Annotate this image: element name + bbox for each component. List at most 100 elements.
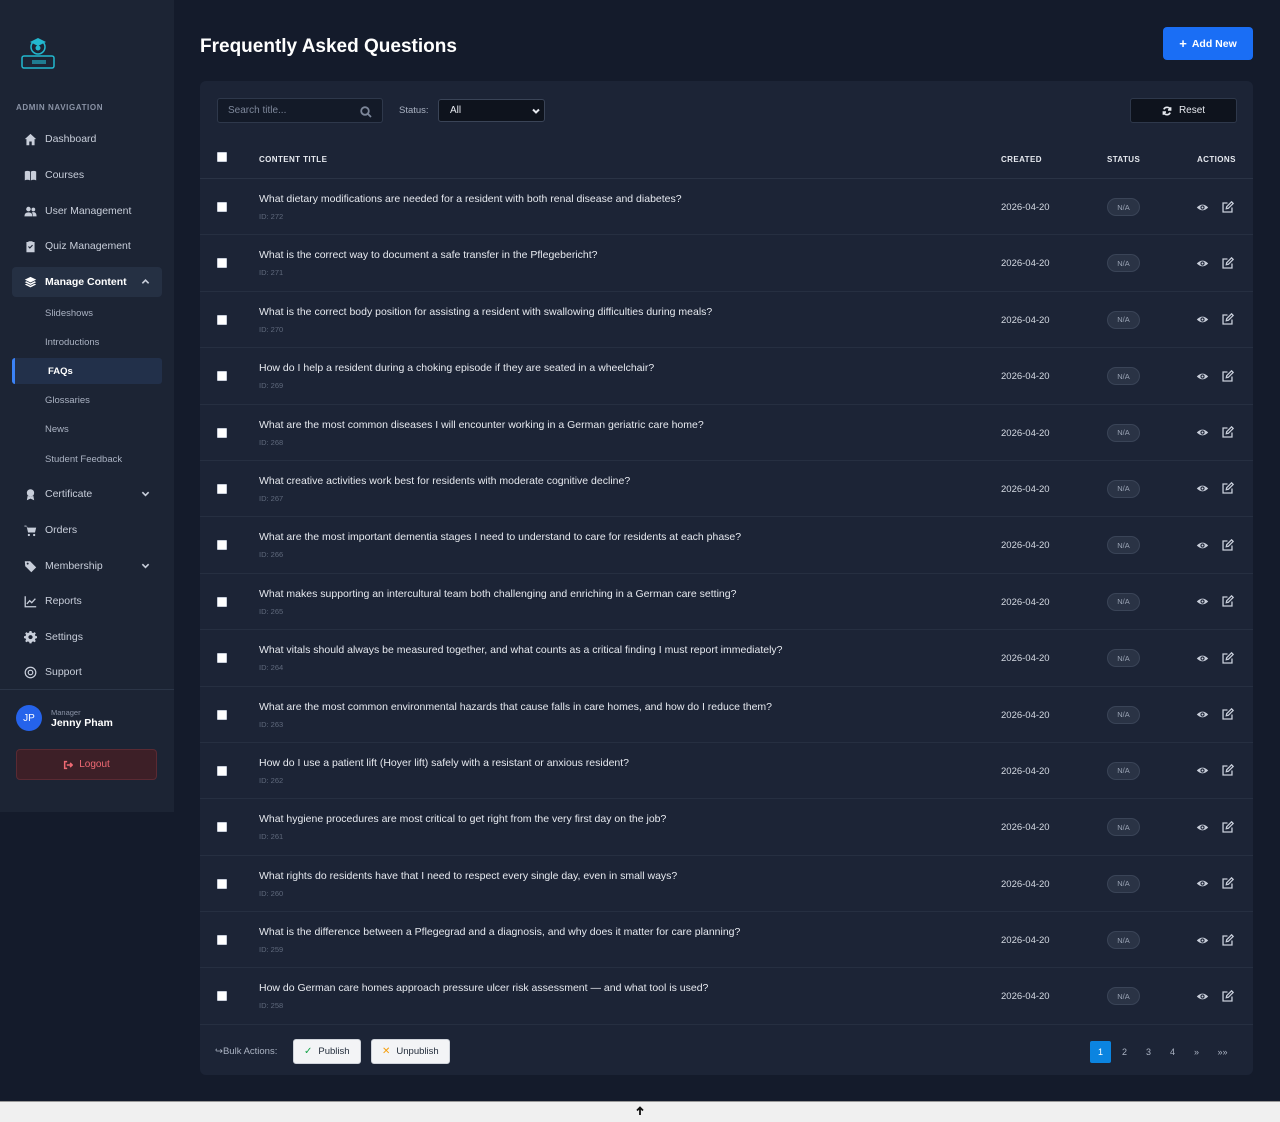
row-checkbox[interactable] xyxy=(217,878,227,889)
eye-icon[interactable] xyxy=(1195,651,1209,665)
unpublish-button[interactable]: ✕ Unpublish xyxy=(371,1039,450,1064)
sidebar-subitem-student-feedback[interactable]: Student Feedback xyxy=(12,446,162,472)
faq-title[interactable]: What is the correct body position for as… xyxy=(259,306,712,318)
eye-icon[interactable] xyxy=(1195,313,1209,327)
pagination-page[interactable]: 2 xyxy=(1114,1041,1135,1063)
pagination-page[interactable]: 1 xyxy=(1090,1041,1111,1063)
select-all-checkbox[interactable] xyxy=(217,152,227,162)
eye-icon[interactable] xyxy=(1195,369,1209,383)
search-icon[interactable] xyxy=(360,105,372,123)
faq-title[interactable]: How do I help a resident during a chokin… xyxy=(259,362,654,374)
status-filter-select[interactable]: All xyxy=(438,99,545,122)
faq-title[interactable]: What is the correct way to document a sa… xyxy=(259,249,598,261)
edit-icon[interactable] xyxy=(1220,369,1234,383)
edit-icon[interactable] xyxy=(1220,708,1234,722)
faq-title[interactable]: What makes supporting an intercultural t… xyxy=(259,588,736,600)
sidebar-item-support[interactable]: Support xyxy=(12,657,162,687)
pagination-page[interactable]: 4 xyxy=(1162,1041,1183,1063)
eye-icon[interactable] xyxy=(1195,595,1209,609)
sidebar-item-manage-content[interactable]: Manage Content xyxy=(12,267,162,297)
faq-title[interactable]: What dietary modifications are needed fo… xyxy=(259,193,682,205)
edit-icon[interactable] xyxy=(1220,426,1234,440)
faq-title[interactable]: What are the most common diseases I will… xyxy=(259,419,704,431)
row-checkbox[interactable] xyxy=(217,822,227,833)
row-checkbox[interactable] xyxy=(217,540,227,551)
faq-title[interactable]: How do I use a patient lift (Hoyer lift)… xyxy=(259,757,629,769)
eye-icon[interactable] xyxy=(1195,764,1209,778)
column-header-title[interactable]: CONTENT TITLE xyxy=(259,155,327,164)
sidebar-item-reports[interactable]: Reports xyxy=(12,586,162,616)
sidebar-subitem-news[interactable]: News xyxy=(12,416,162,442)
row-checkbox[interactable] xyxy=(217,427,227,438)
faq-title[interactable]: What rights do residents have that I nee… xyxy=(259,870,677,882)
sidebar-subitem-slideshows[interactable]: Slideshows xyxy=(12,300,162,326)
arrow-up-icon[interactable] xyxy=(635,1103,645,1121)
row-checkbox[interactable] xyxy=(217,371,227,382)
sidebar-item-membership[interactable]: Membership xyxy=(12,551,162,581)
sidebar-subitem-faqs[interactable]: FAQs xyxy=(12,358,162,384)
brand-logo[interactable] xyxy=(20,36,56,70)
sidebar-item-dashboard[interactable]: Dashboard xyxy=(12,124,162,154)
edit-icon[interactable] xyxy=(1220,482,1234,496)
eye-icon[interactable] xyxy=(1195,200,1209,214)
edit-icon[interactable] xyxy=(1220,933,1234,947)
faq-title[interactable]: What vitals should always be measured to… xyxy=(259,644,783,656)
publish-button[interactable]: ✓ Publish xyxy=(293,1039,361,1064)
faq-title[interactable]: How do German care homes approach pressu… xyxy=(259,982,708,994)
row-checkbox[interactable] xyxy=(217,653,227,664)
eye-icon[interactable] xyxy=(1195,820,1209,834)
row-checkbox[interactable] xyxy=(217,596,227,607)
eye-icon[interactable] xyxy=(1195,426,1209,440)
edit-icon[interactable] xyxy=(1220,538,1234,552)
eye-icon[interactable] xyxy=(1195,708,1209,722)
pagination-last[interactable]: »» xyxy=(1212,1041,1233,1063)
bottom-scroll-bar[interactable] xyxy=(0,1101,1280,1122)
edit-icon[interactable] xyxy=(1220,256,1234,270)
faq-title[interactable]: What are the most common environmental h… xyxy=(259,701,772,713)
row-checkbox[interactable] xyxy=(217,483,227,494)
row-checkbox[interactable] xyxy=(217,258,227,269)
edit-icon[interactable] xyxy=(1220,313,1234,327)
eye-icon[interactable] xyxy=(1195,482,1209,496)
logout-button[interactable]: Logout xyxy=(16,749,157,780)
pagination-page[interactable]: 3 xyxy=(1138,1041,1159,1063)
sidebar-item-user-management[interactable]: User Management xyxy=(12,196,162,226)
sidebar-item-settings[interactable]: Settings xyxy=(12,622,162,652)
add-new-button[interactable]: + Add New xyxy=(1163,27,1253,60)
edit-icon[interactable] xyxy=(1220,200,1234,214)
eye-icon[interactable] xyxy=(1195,989,1209,1003)
row-checkbox[interactable] xyxy=(217,991,227,1002)
edit-icon[interactable] xyxy=(1220,764,1234,778)
faq-title[interactable]: What are the most important dementia sta… xyxy=(259,531,741,543)
edit-icon[interactable] xyxy=(1220,820,1234,834)
eye-icon[interactable] xyxy=(1195,877,1209,891)
eye-icon[interactable] xyxy=(1195,538,1209,552)
row-checkbox[interactable] xyxy=(217,765,227,776)
sidebar-subitem-glossaries[interactable]: Glossaries xyxy=(12,387,162,413)
row-checkbox[interactable] xyxy=(217,314,227,325)
sidebar-subitem-introductions[interactable]: Introductions xyxy=(12,329,162,355)
reset-button[interactable]: Reset xyxy=(1130,98,1237,123)
edit-icon[interactable] xyxy=(1220,651,1234,665)
sidebar-item-orders[interactable]: Orders xyxy=(12,515,162,545)
pagination-next[interactable]: » xyxy=(1186,1041,1207,1063)
edit-icon[interactable] xyxy=(1220,877,1234,891)
search-input[interactable] xyxy=(218,105,358,116)
sidebar-item-courses[interactable]: Courses xyxy=(12,160,162,190)
edit-icon[interactable] xyxy=(1220,989,1234,1003)
row-checkbox[interactable] xyxy=(217,202,227,212)
sidebar-item-quiz-management[interactable]: Quiz Management xyxy=(12,231,162,261)
row-checkbox[interactable] xyxy=(217,709,227,720)
faq-id: ID: 259 xyxy=(259,945,284,955)
sidebar-item-certificate[interactable]: Certificate xyxy=(12,479,162,509)
column-header-created[interactable]: CREATED xyxy=(1001,155,1042,164)
edit-icon[interactable] xyxy=(1220,595,1234,609)
eye-icon[interactable] xyxy=(1195,256,1209,270)
faq-title[interactable]: What is the difference between a Pflegeg… xyxy=(259,926,740,938)
user-profile[interactable]: JP Manager Jenny Pham xyxy=(16,705,113,731)
column-header-status[interactable]: STATUS xyxy=(1107,155,1140,164)
row-checkbox[interactable] xyxy=(217,935,227,946)
faq-title[interactable]: What hygiene procedures are most critica… xyxy=(259,813,666,825)
eye-icon[interactable] xyxy=(1195,933,1209,947)
faq-title[interactable]: What creative activities work best for r… xyxy=(259,475,630,487)
